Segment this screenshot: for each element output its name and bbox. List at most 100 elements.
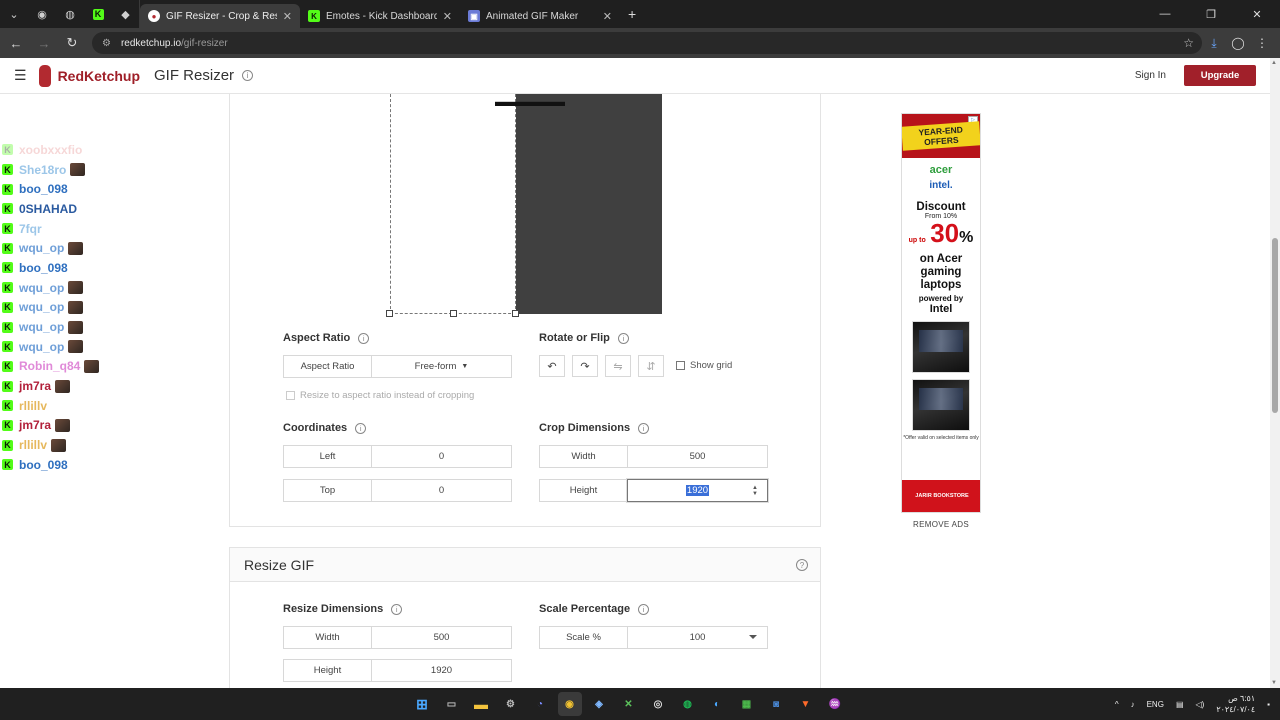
- crop-handle-bottom-right[interactable]: [512, 310, 519, 317]
- pinned-tab-kick[interactable]: K: [84, 0, 112, 28]
- restore-icon[interactable]: ❐: [1188, 0, 1234, 28]
- tab-gif-resizer[interactable]: ● GIF Resizer - Crop & Resize Ani ✕: [140, 4, 300, 28]
- chat-username[interactable]: Robin_q84: [19, 359, 80, 373]
- chat-username[interactable]: wqu_op: [19, 300, 64, 314]
- crop-height-input[interactable]: 1920 ▲ ▼: [627, 479, 768, 502]
- discord-icon[interactable]: ◔: [528, 692, 552, 716]
- start-icon[interactable]: ⊞: [410, 692, 434, 716]
- checkbox-box[interactable]: [676, 361, 685, 370]
- close-tab-icon[interactable]: ✕: [603, 10, 612, 23]
- clock[interactable]: ٦:٥١ ص ٢٠٢٤/٠٧/٠٤: [1216, 693, 1255, 715]
- info-icon[interactable]: i: [391, 603, 403, 615]
- advertisement-banner[interactable]: ▷ YEAR-END OFFERS acer intel. Discount F…: [901, 113, 981, 513]
- new-tab-button[interactable]: +: [628, 6, 636, 22]
- crop-canvas-area[interactable]: [390, 94, 516, 314]
- close-window-icon[interactable]: ✕: [1234, 0, 1280, 28]
- volume-icon[interactable]: ◁): [1196, 700, 1205, 709]
- info-icon[interactable]: i: [638, 422, 650, 434]
- page-scrollbar[interactable]: ▲ ▼: [1270, 58, 1280, 688]
- chat-username[interactable]: boo_098: [19, 182, 68, 196]
- tab-gif-maker[interactable]: ▣ Animated GIF Maker ✕: [460, 4, 620, 28]
- minimize-icon[interactable]: —: [1142, 0, 1188, 28]
- microphone-icon[interactable]: ♪: [1131, 700, 1135, 709]
- scroll-down-arrow-icon[interactable]: ▼: [1271, 680, 1277, 686]
- info-icon[interactable]: i: [355, 422, 367, 434]
- resize-width-input[interactable]: 500: [372, 627, 511, 648]
- scrollbar-thumb[interactable]: [1272, 238, 1278, 413]
- upgrade-button[interactable]: Upgrade: [1184, 65, 1256, 86]
- tray-overflow-icon[interactable]: ^: [1115, 700, 1119, 709]
- tab-search-button[interactable]: ⌄: [0, 0, 28, 28]
- pinned-tab-1[interactable]: ◉: [28, 0, 56, 28]
- forward-icon[interactable]: →: [32, 31, 56, 55]
- chat-username[interactable]: 0SHAHAD: [19, 202, 77, 216]
- audio-app-icon[interactable]: ♒: [823, 692, 847, 716]
- spotify-icon[interactable]: ◍: [676, 692, 700, 716]
- file-explorer-icon[interactable]: ▬: [469, 692, 493, 716]
- notification-icon[interactable]: ▪: [1267, 700, 1270, 709]
- xbox-icon[interactable]: ✕: [617, 692, 641, 716]
- close-tab-icon[interactable]: ✕: [283, 10, 292, 23]
- network-icon[interactable]: ▤: [1176, 700, 1184, 709]
- scroll-up-arrow-icon[interactable]: ▲: [1271, 60, 1277, 66]
- chat-username[interactable]: boo_098: [19, 261, 68, 275]
- chat-username[interactable]: wqu_op: [19, 320, 64, 334]
- redketchup-logo[interactable]: RedKetchup GIF Resizer i: [38, 64, 254, 87]
- rotate-right-button[interactable]: ↷: [572, 355, 598, 377]
- aspect-ratio-select[interactable]: Aspect Ratio Free-form ▼: [283, 355, 512, 378]
- chat-username[interactable]: rllillv: [19, 399, 47, 413]
- obs-icon[interactable]: ◎: [646, 692, 670, 716]
- crop-width-input[interactable]: 500: [628, 446, 767, 467]
- chat-username[interactable]: rllillv: [19, 438, 47, 452]
- sign-in-link[interactable]: Sign In: [1135, 70, 1166, 81]
- crop-handle-bottom-left[interactable]: [386, 310, 393, 317]
- number-spinner-icon[interactable]: ▲ ▼: [752, 485, 758, 497]
- brave-icon[interactable]: ▼: [794, 692, 818, 716]
- app-icon[interactable]: ◙: [764, 692, 788, 716]
- site-info-icon[interactable]: ⚙: [102, 38, 111, 49]
- chrome-icon[interactable]: ◉: [557, 692, 582, 716]
- browser-menu-icon[interactable]: ⋮: [1250, 36, 1274, 51]
- task-view-icon[interactable]: ▭: [440, 692, 464, 716]
- aspect-ratio-dropdown[interactable]: Free-form ▼: [372, 356, 511, 377]
- chat-username[interactable]: xoobxxxfio: [19, 143, 82, 157]
- close-tab-icon[interactable]: ✕: [443, 10, 452, 23]
- language-indicator[interactable]: ENG: [1147, 700, 1164, 709]
- chat-username[interactable]: wqu_op: [19, 281, 64, 295]
- help-icon[interactable]: ?: [796, 559, 808, 571]
- hamburger-menu-icon[interactable]: ☰: [14, 67, 27, 84]
- resize-height-input[interactable]: 1920: [372, 660, 511, 681]
- chat-username[interactable]: wqu_op: [19, 340, 64, 354]
- back-icon[interactable]: ←: [4, 31, 28, 55]
- download-icon[interactable]: ⤓: [1202, 36, 1226, 51]
- chat-username[interactable]: wqu_op: [19, 241, 64, 255]
- image-viewer-icon[interactable]: ▦: [735, 692, 759, 716]
- crop-handle-bottom-center[interactable]: [450, 310, 457, 317]
- flip-horizontal-button[interactable]: ⇋: [605, 355, 631, 377]
- url-input[interactable]: ⚙ redketchup.io/gif-resizer ☆: [92, 32, 1202, 54]
- chat-username[interactable]: jm7ra: [19, 379, 51, 393]
- info-icon[interactable]: i: [617, 332, 629, 344]
- info-icon[interactable]: i: [358, 332, 370, 344]
- top-input[interactable]: 0: [372, 480, 511, 501]
- reload-icon[interactable]: ↻: [60, 31, 84, 55]
- scale-select[interactable]: 100: [628, 627, 767, 648]
- chat-username[interactable]: boo_098: [19, 458, 68, 472]
- resize-to-aspect-checkbox[interactable]: Resize to aspect ratio instead of croppi…: [286, 390, 474, 401]
- steam-icon[interactable]: ◈: [587, 692, 611, 716]
- edge-icon[interactable]: ◐: [705, 692, 729, 716]
- bookmark-star-icon[interactable]: ☆: [1183, 36, 1194, 50]
- info-icon[interactable]: i: [242, 70, 254, 81]
- pinned-tab-2[interactable]: ◍: [56, 0, 84, 28]
- pinned-tab-3[interactable]: ◆: [112, 0, 140, 28]
- settings-gear-icon[interactable]: ⚙: [499, 692, 523, 716]
- left-input[interactable]: 0: [372, 446, 511, 467]
- checkbox-box[interactable]: [286, 391, 295, 400]
- chat-username[interactable]: 7fqr: [19, 222, 42, 236]
- chat-username[interactable]: jm7ra: [19, 418, 51, 432]
- tab-kick-dashboard[interactable]: K Emotes - Kick Dashboard ✕: [300, 4, 460, 28]
- profile-icon[interactable]: ◯: [1226, 36, 1250, 51]
- info-icon[interactable]: i: [638, 603, 650, 615]
- chat-username[interactable]: She18ro: [19, 163, 66, 177]
- flip-vertical-button[interactable]: ⇵: [638, 355, 664, 377]
